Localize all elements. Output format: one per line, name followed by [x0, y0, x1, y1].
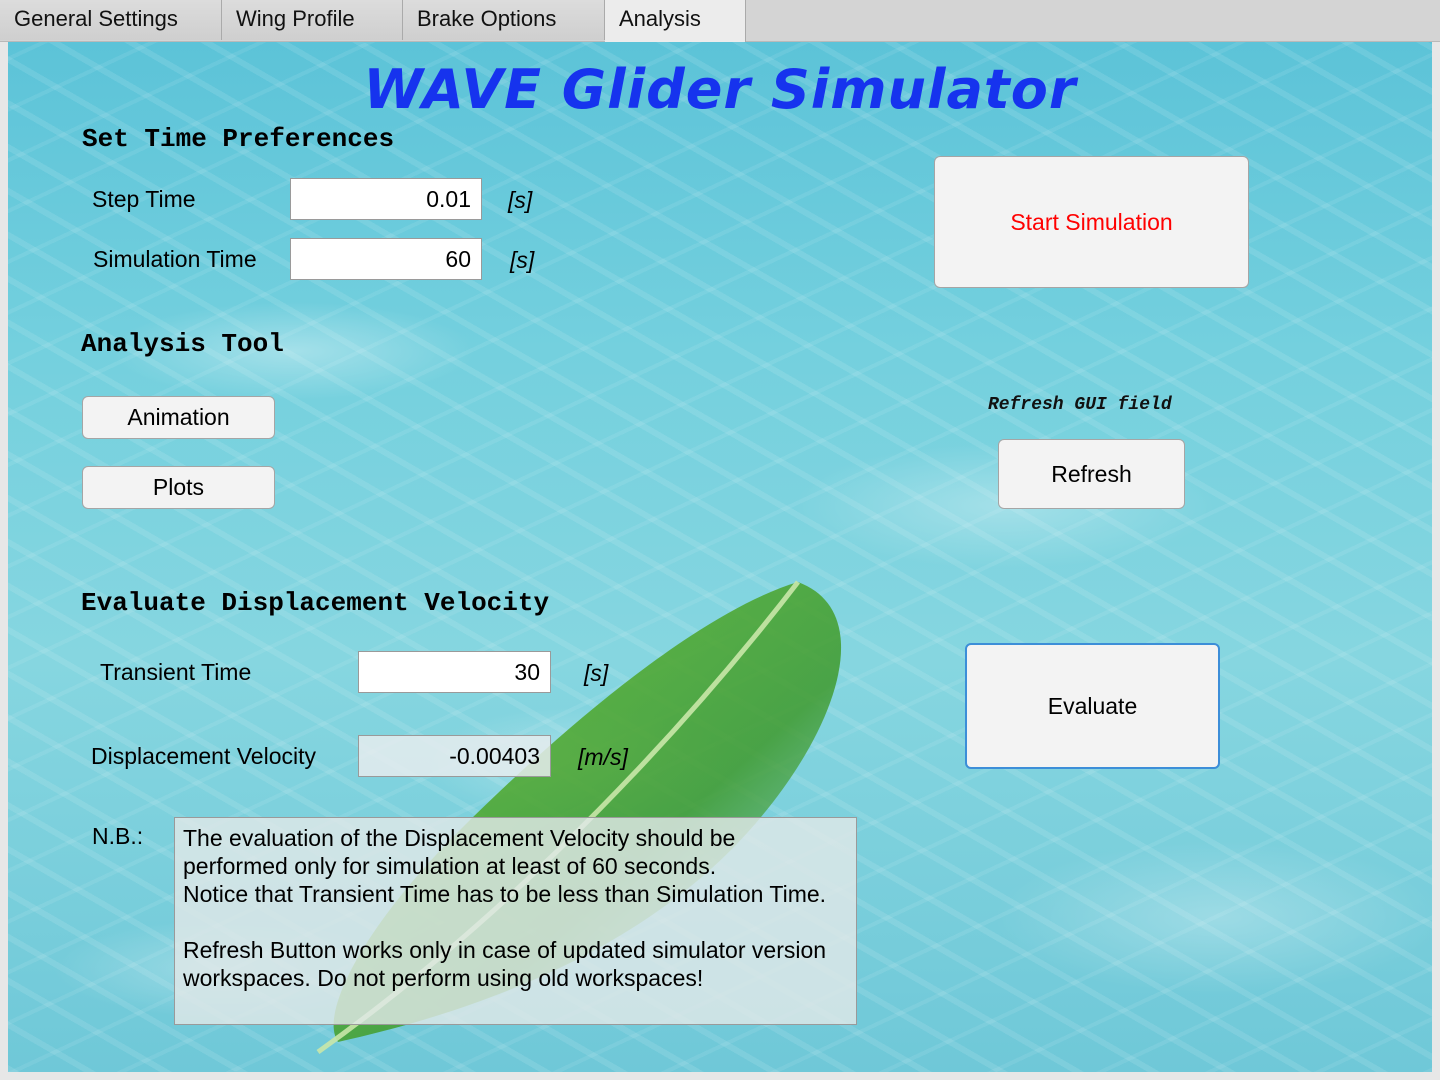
time-preferences-heading: Set Time Preferences [82, 124, 395, 154]
animation-button[interactable]: Animation [82, 396, 275, 439]
simulation-time-label: Simulation Time [93, 246, 257, 272]
tab-general-settings[interactable]: General Settings [0, 0, 222, 40]
tab-bar: General Settings Wing Profile Brake Opti… [0, 0, 1440, 42]
note-line: Notice that Transient Time has to be les… [183, 881, 827, 907]
note-line: Refresh Button works only in case of upd… [183, 937, 827, 963]
note-box: The evaluation of the Displacement Veloc… [174, 817, 857, 1025]
displacement-heading: Evaluate Displacement Velocity [81, 588, 550, 618]
evaluate-button[interactable]: Evaluate [965, 643, 1220, 769]
note-line: performed only for simulation at least o… [183, 853, 717, 879]
transient-time-unit: [s] [584, 660, 609, 686]
step-time-unit: [s] [508, 187, 533, 213]
displacement-velocity-label: Displacement Velocity [91, 743, 316, 769]
start-simulation-button[interactable]: Start Simulation [934, 156, 1249, 288]
simulation-time-input[interactable] [290, 238, 482, 280]
note-line: workspaces. Do not perform using old wor… [183, 965, 704, 991]
plots-button[interactable]: Plots [82, 466, 275, 509]
analysis-panel: WAVE Glider Simulator Set Time Preferenc… [8, 42, 1432, 1072]
step-time-input[interactable] [290, 178, 482, 220]
simulation-time-unit: [s] [510, 247, 535, 273]
tab-wing-profile[interactable]: Wing Profile [222, 0, 403, 40]
tab-brake-options[interactable]: Brake Options [403, 0, 605, 40]
displacement-velocity-unit: [m/s] [578, 744, 628, 770]
step-time-label: Step Time [92, 186, 196, 212]
transient-time-label: Transient Time [100, 659, 252, 685]
displacement-velocity-output [358, 735, 551, 777]
note-label: N.B.: [92, 823, 144, 849]
note-line: The evaluation of the Displacement Veloc… [183, 825, 736, 851]
analysis-tool-heading: Analysis Tool [81, 329, 284, 359]
app-title: WAVE Glider Simulator [363, 58, 1077, 121]
transient-time-input[interactable] [358, 651, 551, 693]
tab-analysis[interactable]: Analysis [605, 0, 746, 42]
refresh-button[interactable]: Refresh [998, 439, 1185, 509]
refresh-hint-label: Refresh GUI field [988, 395, 1172, 415]
